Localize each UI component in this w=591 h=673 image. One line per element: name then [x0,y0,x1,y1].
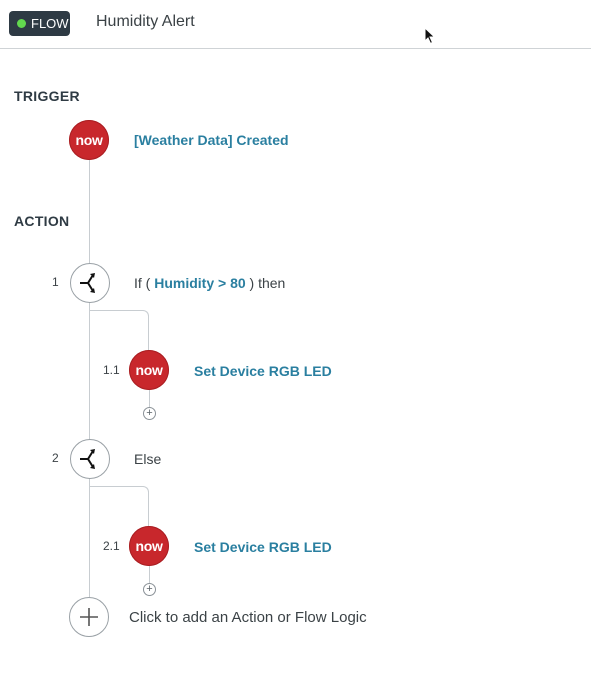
main-connector-line [89,160,90,597]
branch-icon [80,449,95,469]
servicenow-logo-icon: now [129,350,169,390]
add-action-button[interactable] [69,597,109,637]
else-label[interactable]: Else [134,451,161,467]
add-step-plus-icon[interactable]: + [143,407,156,420]
mouse-cursor-icon [424,27,436,45]
action-link[interactable]: Set Device RGB LED [194,363,332,379]
condition-prefix: If ( [134,275,151,291]
flow-badge-label: FLOW [31,16,69,31]
status-dot-icon [17,19,26,28]
add-step-plus-icon[interactable]: + [143,583,156,596]
branch-2-connector [90,486,149,527]
action-section-label: ACTION [14,213,70,229]
condition-suffix: ) then [249,275,286,291]
plus-icon [80,608,98,626]
branch-icon[interactable] [70,263,110,303]
trigger-section-label: TRIGGER [14,88,80,104]
servicenow-logo-icon: now [129,526,169,566]
branch-icon [80,273,95,293]
step-1-condition[interactable]: If ( Humidity > 80 ) then [134,275,285,291]
step-number: 2.1 [103,539,120,553]
condition-expression[interactable]: Humidity > 80 [154,275,245,291]
step-number: 1.1 [103,363,120,377]
branch-2-stub [149,566,150,584]
step-number: 1 [52,275,59,289]
action-link[interactable]: Set Device RGB LED [194,539,332,555]
branch-1-connector [90,310,149,351]
servicenow-logo-icon: now [69,120,109,160]
trigger-link[interactable]: [Weather Data] Created [134,132,289,148]
flow-status-badge: FLOW [9,11,70,36]
flow-header: FLOW Humidity Alert [0,0,591,49]
add-action-label[interactable]: Click to add an Action or Flow Logic [129,609,367,626]
step-number: 2 [52,451,59,465]
branch-icon[interactable] [70,439,110,479]
flow-title[interactable]: Humidity Alert [96,13,195,31]
branch-1-stub [149,390,150,408]
